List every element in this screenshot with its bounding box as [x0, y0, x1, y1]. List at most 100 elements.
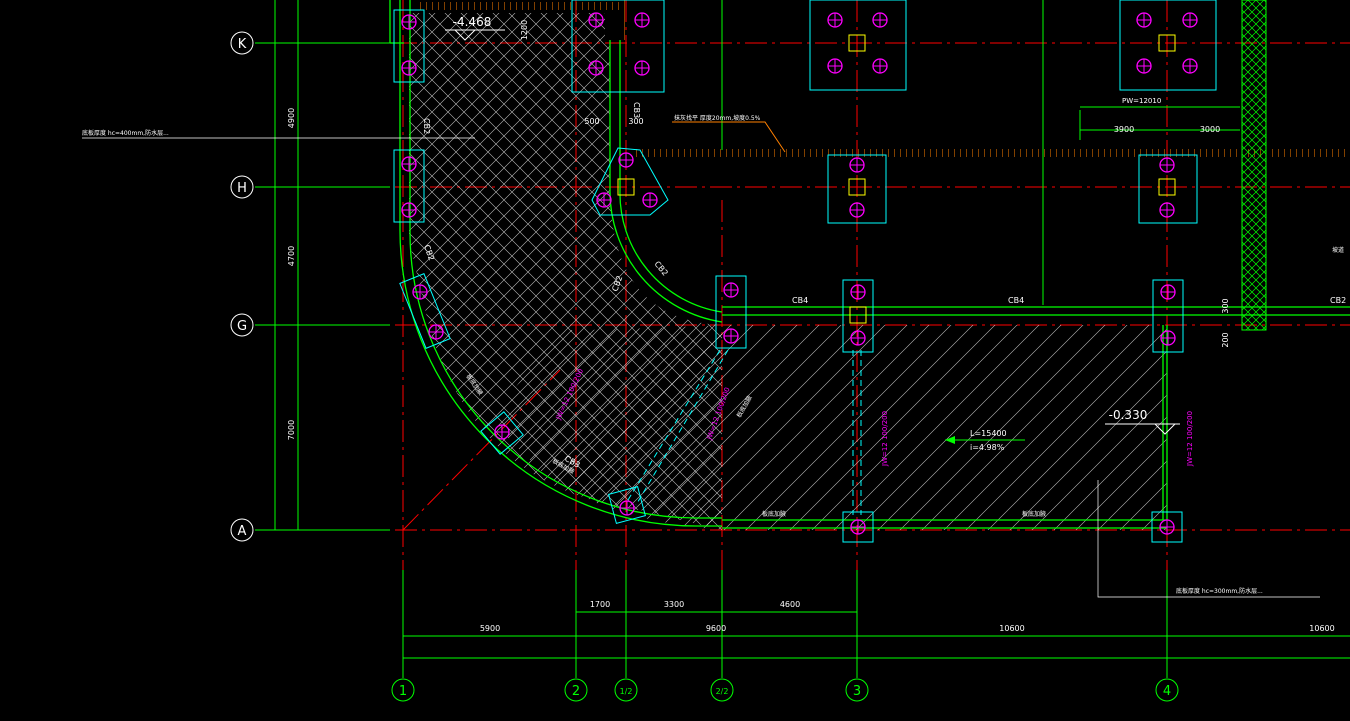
elevation-top-text: -4.468: [453, 15, 492, 29]
dim-b1-3: 4600: [780, 600, 800, 609]
pile-symbol: [1160, 284, 1176, 300]
pile-symbol: [401, 202, 417, 218]
note-bottom-right: 底板厚度 hc=300mm,防水层...: [1176, 587, 1263, 595]
elevation-slab-text: -0.330: [1109, 408, 1148, 422]
pile-symbol: [618, 152, 634, 168]
pile-symbol: [1159, 519, 1175, 535]
pile-symbol: [850, 519, 866, 535]
axis-label-2: 2: [572, 684, 580, 699]
rebar-leader: [672, 121, 786, 153]
dim-left-1: 4900: [287, 108, 296, 128]
pile-symbol: [723, 328, 739, 344]
axis-bubble-row-a[interactable]: A: [230, 518, 254, 542]
axis-label-1: 1: [399, 684, 407, 699]
axis-label-1-2: 1/2: [620, 687, 633, 696]
dim-top-right-1: 3900: [1114, 125, 1134, 134]
green-wall-right: [1241, 0, 1267, 331]
pile-symbol: [849, 157, 865, 173]
orange-beam-top: [416, 2, 626, 10]
dim-b2-3: 10600: [999, 624, 1024, 633]
hatch-label-4: 板底加腋: [1022, 510, 1046, 518]
axis-label-a: A: [238, 524, 247, 539]
note-center-top: 抹灰找平 厚度20mm,坡度0.5%: [674, 114, 761, 122]
dim-misc-5: 200: [1221, 332, 1230, 347]
axis-bubble-col-1-2[interactable]: 1/2: [614, 678, 638, 702]
cad-viewport[interactable]: K H G A 1 2 1/2 2/2 3 4 -4.468 -0.330 49…: [0, 0, 1350, 721]
axis-label-k: K: [238, 37, 247, 52]
axis-bubble-col-1[interactable]: 1: [391, 678, 415, 702]
pile-symbol: [827, 12, 843, 28]
pile-symbol: [428, 324, 444, 340]
pile-symbol: [401, 156, 417, 172]
pile-symbol: [588, 60, 604, 76]
dim-b2-4: 10600: [1309, 624, 1334, 633]
dim-top-right-2: 3000: [1200, 125, 1220, 134]
axis-label-3: 3: [853, 684, 861, 699]
pile-symbol: [494, 424, 510, 440]
axis-label-g: G: [237, 319, 247, 334]
pile-symbol: [872, 12, 888, 28]
dim-b2-2: 9600: [706, 624, 726, 633]
dim-b2-1: 5900: [480, 624, 500, 633]
dim-left-2: 4700: [287, 246, 296, 266]
axis-bubble-row-g[interactable]: G: [230, 313, 254, 337]
dim-misc-2: 500: [584, 117, 599, 126]
beam-label-7: CB2: [652, 260, 669, 278]
dim-misc-3: 300: [628, 117, 643, 126]
orange-beam-left: [620, 0, 628, 40]
axis-bubble-col-3[interactable]: 3: [845, 678, 869, 702]
pile-cap-k4[interactable]: [1119, 0, 1217, 91]
dim-misc-1: 1200: [520, 20, 529, 40]
hatched-slab-lower: [490, 325, 1167, 530]
pile-symbol: [642, 192, 658, 208]
pile-symbol: [401, 14, 417, 30]
pile-symbol: [1182, 58, 1198, 74]
pile-symbol: [1182, 12, 1198, 28]
magenta-note-4: JW=12 100/200: [1186, 411, 1194, 467]
pile-symbol: [634, 12, 650, 28]
pile-symbol: [850, 284, 866, 300]
slope-i: i=4.98%: [970, 443, 1005, 452]
pile-symbol: [849, 202, 865, 218]
pile-symbol: [1136, 12, 1152, 28]
cad-drawing: K H G A 1 2 1/2 2/2 3 4 -4.468 -0.330 49…: [0, 0, 1350, 721]
pile-symbol: [1160, 330, 1176, 346]
beam-label-5: CB4: [1008, 296, 1024, 305]
pile-symbol: [1159, 157, 1175, 173]
axis-label-h: H: [237, 181, 247, 196]
axis-label-2-2: 2/2: [716, 687, 729, 696]
axis-bubble-row-k[interactable]: K: [230, 31, 254, 55]
note-left-top: 底板厚度 hc=400mm,防水层...: [82, 129, 169, 137]
note-right-edge: 坡道: [1332, 246, 1344, 254]
beam-label-1: CB2: [422, 118, 431, 134]
pile-symbol: [1159, 202, 1175, 218]
pile-symbol: [872, 58, 888, 74]
pile-symbol: [634, 60, 650, 76]
pile-cap-k3[interactable]: [809, 0, 907, 91]
hatch-label-3: 板底加腋: [762, 510, 786, 518]
slope-l: L=15400: [970, 429, 1007, 438]
dim-left-3: 7000: [287, 420, 296, 440]
axis-label-4: 4: [1163, 684, 1171, 699]
pile-symbol: [850, 330, 866, 346]
axis-bubble-col-2-2[interactable]: 2/2: [710, 678, 734, 702]
dim-b1-2: 3300: [664, 600, 684, 609]
axis-bubble-row-h[interactable]: H: [230, 175, 254, 199]
beam-label-6: CB2: [1330, 296, 1346, 305]
pile-symbol: [588, 12, 604, 28]
axis-bubble-col-4[interactable]: 4: [1155, 678, 1179, 702]
pile-symbol: [619, 500, 635, 516]
pile-symbol: [827, 58, 843, 74]
pile-note: PW=12010: [1122, 97, 1161, 105]
pile-symbol: [723, 282, 739, 298]
pile-symbol: [1136, 58, 1152, 74]
pile-symbol: [596, 192, 612, 208]
pile-symbol: [401, 60, 417, 76]
dim-b1-1: 1700: [590, 600, 610, 609]
axis-bubble-col-2[interactable]: 2: [564, 678, 588, 702]
beam-label-2: CB3: [632, 102, 641, 118]
beam-label-4: CB4: [792, 296, 808, 305]
magenta-note-3: JW=12 100/200: [881, 411, 889, 467]
pile-symbol: [412, 284, 428, 300]
dim-misc-4: 300: [1221, 298, 1230, 313]
